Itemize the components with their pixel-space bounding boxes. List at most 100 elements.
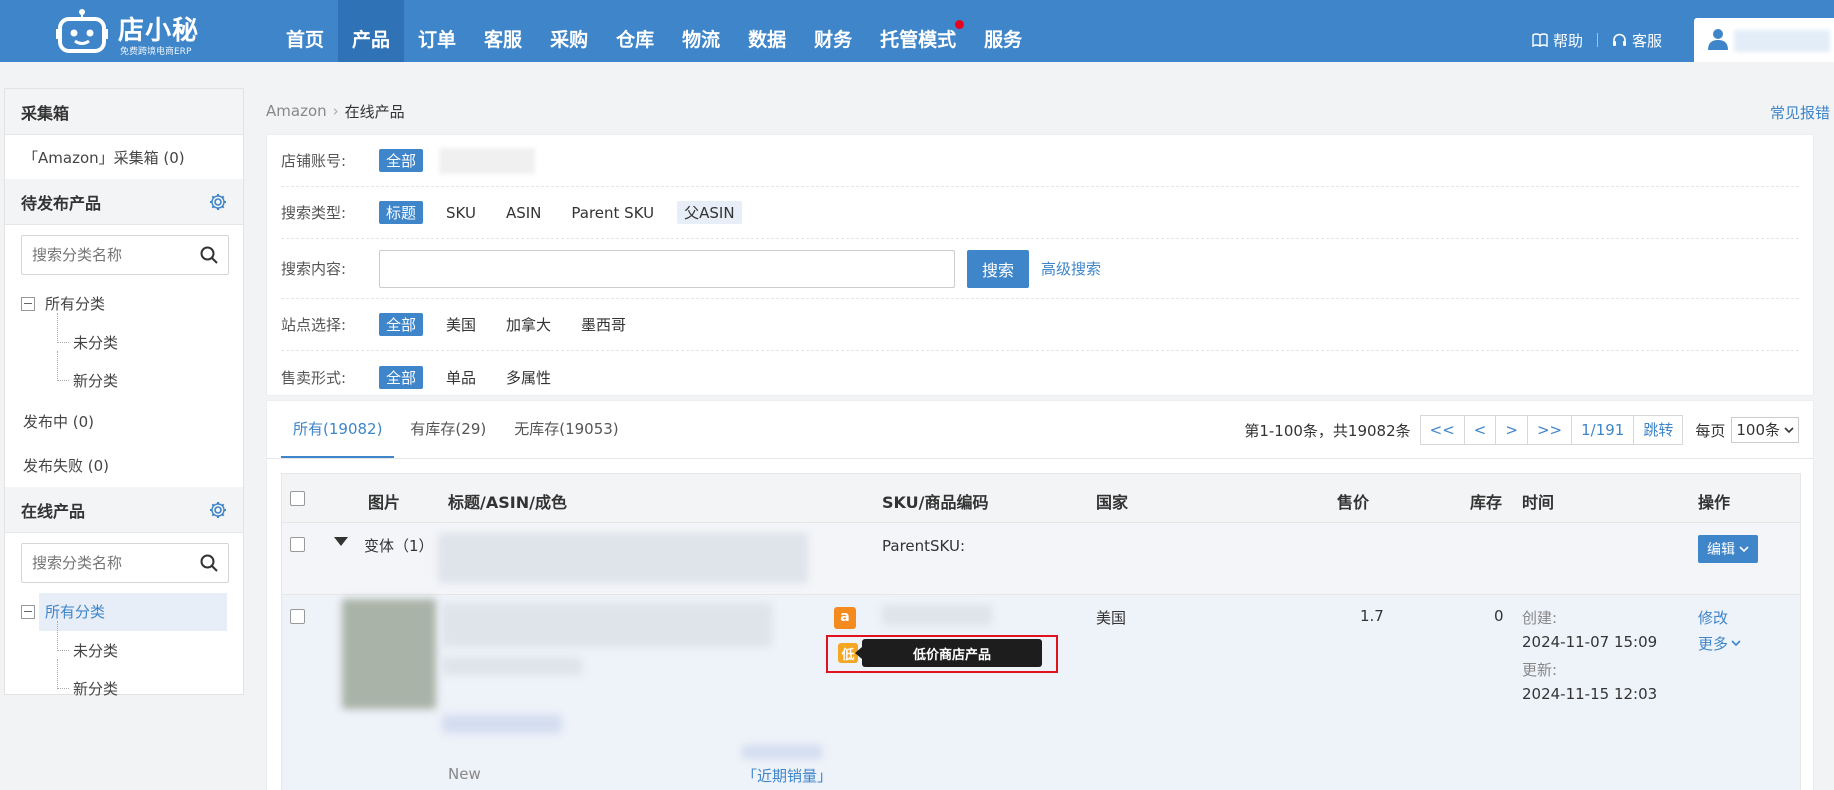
sale-form-all[interactable]: 全部 <box>379 365 424 389</box>
online-tree-new-category[interactable]: 新分类 <box>5 659 243 707</box>
sidebar-item-amazon-collect-box[interactable]: 「Amazon」采集箱 (0) <box>5 135 243 179</box>
sidebar: 采集箱 「Amazon」采集箱 (0) 待发布产品 所有分类 未分类 新分类 发… <box>4 88 244 698</box>
site-us[interactable]: 美国 <box>439 313 483 336</box>
service-link[interactable]: 客服 <box>1598 29 1676 51</box>
main-content: Amazon › 在线产品 常见报错 店铺账号: 全部 搜索类型: 标题 SKU… <box>266 88 1830 790</box>
filter-label: 搜索类型: <box>281 204 347 222</box>
col-sku: SKU/商品编码 <box>882 493 989 512</box>
low-price-highlight: 低 低价商店产品 <box>826 635 1058 673</box>
edit-dropdown-button[interactable]: 编辑 <box>1698 535 1758 563</box>
nav-finance[interactable]: 财务 <box>800 0 866 62</box>
search-type-parent-asin[interactable]: 父ASIN <box>677 201 742 224</box>
site-mexico[interactable]: 墨西哥 <box>574 313 633 336</box>
pending-tree-new-category[interactable]: 新分类 <box>5 351 243 399</box>
product-sub-link-redacted[interactable] <box>742 745 822 759</box>
gear-icon[interactable] <box>209 501 227 519</box>
nav-purchase[interactable]: 采购 <box>536 0 602 62</box>
more-dropdown[interactable]: 更多 <box>1698 633 1741 654</box>
search-type-asin[interactable]: ASIN <box>499 203 548 223</box>
sidebar-item-publishing[interactable]: 发布中 (0) <box>5 399 243 443</box>
next-page-button[interactable]: > <box>1495 415 1528 445</box>
search-content-input[interactable] <box>379 249 955 288</box>
site-all[interactable]: 全部 <box>379 313 424 336</box>
updated-time: 2024-11-15 12:03 <box>1522 685 1658 703</box>
sale-form-multi-attribute[interactable]: 多属性 <box>499 366 558 389</box>
breadcrumb-current: 在线产品 <box>344 102 405 121</box>
col-actions: 操作 <box>1698 493 1731 512</box>
product-link-redacted[interactable] <box>442 715 562 733</box>
tree-label: 所有分类 <box>45 295 106 313</box>
site-canada[interactable]: 加拿大 <box>499 313 558 336</box>
brand-slogan: 免费跨境电商ERP <box>120 47 192 57</box>
pending-tree-all-categories[interactable]: 所有分类 <box>5 285 243 323</box>
top-right-tools: 帮助 客服 <box>1518 0 1834 62</box>
tab-out-of-stock[interactable]: 无库存(19053) <box>502 414 630 458</box>
nav-services[interactable]: 服务 <box>970 0 1036 62</box>
gear-icon[interactable] <box>209 193 227 211</box>
shop-all-chip[interactable]: 全部 <box>379 149 424 172</box>
shop-name-redacted[interactable] <box>439 147 536 174</box>
help-label: 帮助 <box>1552 31 1583 50</box>
col-time: 时间 <box>1522 493 1555 512</box>
user-menu[interactable] <box>1694 18 1834 62</box>
search-type-title[interactable]: 标题 <box>379 201 424 224</box>
filter-sale-form-row: 售卖形式: 全部 单品 多属性 <box>281 351 1799 403</box>
online-tree-uncategorized[interactable]: 未分类 <box>5 621 243 669</box>
last-page-button[interactable]: >> <box>1526 415 1573 445</box>
filter-site-row: 站点选择: 全部 美国 加拿大 墨西哥 <box>281 299 1799 351</box>
nav-warehouse[interactable]: 仓库 <box>602 0 668 62</box>
help-link[interactable]: 帮助 <box>1518 29 1597 51</box>
sidebar-section-collect: 采集箱 <box>5 89 243 135</box>
nav-products[interactable]: 产品 <box>338 0 405 62</box>
faq-link[interactable]: 常见报错 <box>1770 102 1830 123</box>
nav-data[interactable]: 数据 <box>734 0 800 62</box>
filter-panel: 店铺账号: 全部 搜索类型: 标题 SKU ASIN Parent SKU 父A… <box>266 134 1814 396</box>
collect-title: 采集箱 <box>21 103 70 123</box>
nav-customer-service[interactable]: 客服 <box>470 0 536 62</box>
parent-sku-label: ParentSKU: <box>882 537 966 555</box>
nav-home[interactable]: 首页 <box>272 0 338 62</box>
variant-checkbox[interactable] <box>290 537 305 552</box>
search-type-parent-sku[interactable]: Parent SKU <box>564 203 661 223</box>
product-checkbox[interactable] <box>290 609 305 624</box>
nav-logistics[interactable]: 物流 <box>668 0 734 62</box>
logo[interactable]: 店小秘 免费跨境电商ERP <box>56 4 216 58</box>
prev-page-button[interactable]: < <box>1463 415 1497 445</box>
search-icon[interactable] <box>200 554 218 572</box>
product-title-redacted[interactable] <box>442 603 772 647</box>
per-page-select[interactable]: 100条 <box>1731 417 1799 443</box>
sidebar-section-pending: 待发布产品 <box>5 179 243 225</box>
pending-category-search <box>21 235 229 275</box>
search-button[interactable]: 搜索 <box>967 249 1029 288</box>
advanced-search-link[interactable]: 高级搜索 <box>1041 258 1101 279</box>
modify-link[interactable]: 修改 <box>1698 607 1728 628</box>
product-image[interactable] <box>342 599 436 709</box>
pending-tree-uncategorized[interactable]: 未分类 <box>5 313 243 361</box>
breadcrumb-amazon[interactable]: Amazon <box>266 102 327 120</box>
pending-category-search-input[interactable] <box>22 236 192 274</box>
product-asin-redacted[interactable] <box>442 657 582 675</box>
select-all-checkbox[interactable] <box>290 491 305 506</box>
filter-search-content-row: 搜索内容: 搜索 高级搜索 <box>281 239 1799 299</box>
caret-down-icon[interactable] <box>334 537 348 547</box>
online-category-search-input[interactable] <box>22 544 192 582</box>
recent-sales-link[interactable]: 「近期销量」 <box>742 765 832 786</box>
collapse-icon[interactable] <box>21 605 35 619</box>
nav-hosting-mode[interactable]: 托管模式 <box>866 0 970 62</box>
tab-in-stock[interactable]: 有库存(29) <box>398 414 498 458</box>
product-price: 1.7 <box>1360 607 1384 625</box>
online-tree-all-categories[interactable]: 所有分类 <box>5 593 243 631</box>
jump-button[interactable]: 跳转 <box>1633 415 1684 445</box>
variant-title-redacted <box>438 533 808 583</box>
tab-all[interactable]: 所有(19082) <box>281 414 395 458</box>
page-indicator: 1/191 <box>1571 415 1635 445</box>
sale-form-single[interactable]: 单品 <box>439 366 483 389</box>
collapse-icon[interactable] <box>21 297 35 311</box>
search-type-sku[interactable]: SKU <box>439 203 483 223</box>
first-page-button[interactable]: << <box>1419 415 1465 445</box>
nav-orders[interactable]: 订单 <box>404 0 470 62</box>
edit-label: 编辑 <box>1707 542 1735 558</box>
search-icon[interactable] <box>200 246 218 264</box>
main-nav: 首页 产品 订单 客服 采购 仓库 物流 数据 财务 托管模式 服务 <box>272 0 1036 62</box>
sidebar-item-publish-failed[interactable]: 发布失败 (0) <box>5 443 243 487</box>
